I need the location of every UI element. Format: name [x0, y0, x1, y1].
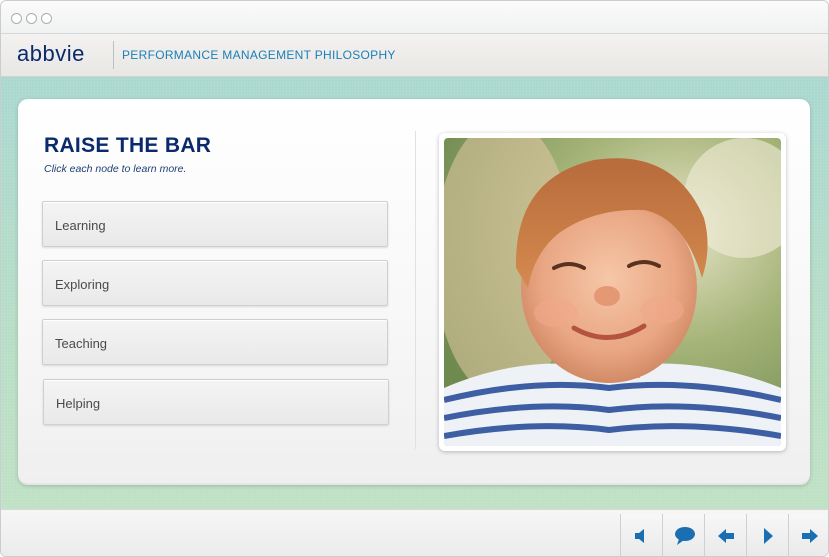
slide-title: RAISE THE BAR [44, 134, 212, 157]
content-divider [415, 131, 416, 449]
slide-stage: RAISE THE BAR Click each node to learn m… [1, 77, 828, 509]
speech-bubble-icon [675, 527, 695, 545]
speaker-icon [635, 529, 644, 543]
arrow-left-icon [718, 529, 734, 543]
node-label: Exploring [55, 277, 110, 292]
abbvie-logo: abbvie [17, 41, 85, 66]
audio-button[interactable] [620, 514, 662, 556]
app-window: abbvie PERFORMANCE MANAGEMENT PHILOSOPHY… [0, 0, 829, 557]
arrow-right-icon [802, 529, 818, 543]
node-label: Teaching [55, 336, 108, 351]
photo-frame [439, 133, 786, 451]
header-divider [113, 41, 114, 69]
slide-instructions: Click each node to learn more. [44, 163, 187, 175]
node-learning-button[interactable]: Learning [42, 201, 388, 247]
window-maximize-dot[interactable] [41, 13, 52, 24]
player-controls [1, 509, 828, 556]
course-title: PERFORMANCE MANAGEMENT PHILOSOPHY [122, 48, 396, 62]
node-label: Learning [55, 218, 106, 233]
content-card: RAISE THE BAR Click each node to learn m… [18, 99, 810, 485]
course-header: abbvie PERFORMANCE MANAGEMENT PHILOSOPHY [1, 34, 828, 77]
window-close-dot[interactable] [11, 13, 22, 24]
transcript-button[interactable] [662, 514, 704, 556]
node-teaching-button[interactable]: Teaching [42, 319, 388, 365]
node-exploring-button[interactable]: Exploring [42, 260, 388, 306]
play-icon [764, 528, 773, 544]
window-minimize-dot[interactable] [26, 13, 37, 24]
node-label: Helping [56, 396, 101, 411]
next-button[interactable] [788, 514, 828, 556]
window-chrome [1, 1, 828, 34]
node-helping-button[interactable]: Helping [43, 379, 389, 425]
play-button[interactable] [746, 514, 788, 556]
previous-button[interactable] [704, 514, 746, 556]
child-photo [444, 138, 781, 446]
